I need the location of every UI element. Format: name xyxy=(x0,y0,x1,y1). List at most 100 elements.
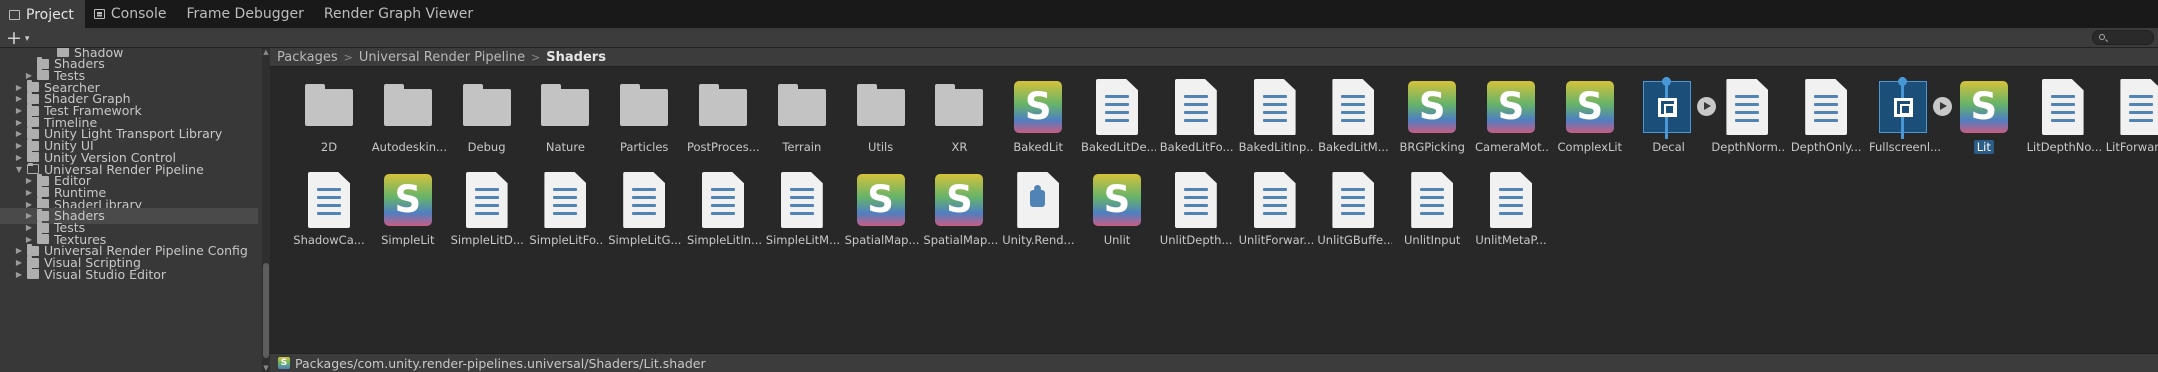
asset-name: DepthOnly... xyxy=(1790,140,1862,154)
asset-item[interactable]: UnlitInput xyxy=(1393,172,1471,262)
shader-file-icon xyxy=(463,172,511,228)
text-line xyxy=(1814,95,1839,98)
folder-tree-scrollbar[interactable]: ▲ ▼ xyxy=(262,48,270,372)
asset-label: BakedLitInp... xyxy=(1236,140,1314,154)
tab-project[interactable]: Project xyxy=(0,0,85,28)
status-bar: S Packages/com.unity.render-pipelines.un… xyxy=(270,353,2158,372)
asset-item[interactable]: UnlitDepth... xyxy=(1157,172,1235,262)
asset-label: SimpleLitIn... xyxy=(684,233,762,247)
asset-item[interactable]: S BakedLit xyxy=(999,79,1077,169)
asset-item[interactable]: S BRGPicking xyxy=(1393,79,1471,169)
asset-item[interactable]: S Unlit xyxy=(1078,172,1156,262)
text-line xyxy=(474,188,499,191)
search-input[interactable] xyxy=(2092,30,2154,45)
breadcrumb-separator: > xyxy=(343,50,353,64)
text-line xyxy=(1183,212,1208,215)
tree-item-visual-studio-editor[interactable]: ▶ Visual Studio Editor xyxy=(0,266,258,282)
asset-item[interactable]: Terrain xyxy=(763,79,841,169)
asset-name: UnlitDepth... xyxy=(1159,233,1233,247)
asset-item[interactable]: SimpleLitG... xyxy=(605,172,683,262)
text-line xyxy=(1262,103,1287,106)
text-line xyxy=(632,196,657,199)
asset-item[interactable]: Utils xyxy=(842,79,920,169)
asset-label: Fullscreenl... xyxy=(1866,140,1944,154)
text-line xyxy=(2129,95,2154,98)
asset-name: Fullscreenl... xyxy=(1869,140,1942,154)
text-line xyxy=(1262,111,1287,114)
asset-name: SpatialMap... xyxy=(923,233,999,247)
scroll-up-icon[interactable]: ▲ xyxy=(262,48,270,56)
asset-item[interactable]: Decal xyxy=(1630,77,1716,169)
text-line xyxy=(789,188,814,191)
asset-item[interactable]: SimpleLitD... xyxy=(448,172,526,262)
asset-item[interactable]: UnlitMetaP... xyxy=(1472,172,1550,262)
text-line xyxy=(1499,188,1523,191)
asset-item[interactable]: Nature xyxy=(526,79,604,169)
asset-item[interactable]: BakedLitFo... xyxy=(1157,79,1235,169)
asset-item[interactable]: DepthNorm... xyxy=(1708,79,1786,169)
asset-name: Terrain xyxy=(782,140,822,154)
text-line xyxy=(789,204,814,207)
breadcrumb-item[interactable]: Universal Render Pipeline xyxy=(359,50,525,65)
asset-name: DepthNorm... xyxy=(1711,140,1787,154)
breadcrumb-item[interactable]: Shaders xyxy=(546,50,606,65)
asset-item[interactable]: Particles xyxy=(605,79,683,169)
asset-item[interactable]: BakedLitDe... xyxy=(1078,79,1156,169)
asset-item[interactable]: BakedLitM... xyxy=(1314,79,1392,169)
asset-name: SimpleLitD... xyxy=(450,233,524,247)
breadcrumb-item[interactable]: Packages xyxy=(277,50,338,65)
asset-item[interactable]: S CameraMot... xyxy=(1472,79,1550,169)
asset-item[interactable]: S ComplexLit xyxy=(1551,79,1629,169)
asset-item[interactable]: S SpatialMap... xyxy=(920,172,998,262)
asset-item[interactable]: S SimpleLit xyxy=(369,172,447,262)
asset-item[interactable]: S Lit xyxy=(1945,79,2023,169)
asset-item[interactable]: S SpatialMap... xyxy=(842,172,920,262)
asset-item[interactable]: Unity.Rend... xyxy=(999,172,1077,262)
asset-name: Utils xyxy=(867,140,894,154)
tab-render-graph-viewer[interactable]: Render Graph Viewer xyxy=(315,0,484,28)
document-shape xyxy=(1174,172,1217,228)
shader-file-icon xyxy=(1408,172,1456,228)
asset-name: SimpleLitIn... xyxy=(687,233,762,247)
text-line xyxy=(474,212,499,215)
asset-label: ShadowCa... xyxy=(290,233,368,247)
asset-label: UnlitMetaP... xyxy=(1472,233,1550,247)
document-shape xyxy=(1174,79,1217,135)
text-line xyxy=(1735,95,1760,98)
shader-graph-badge: S xyxy=(1565,81,1614,133)
asset-item[interactable]: PostProces... xyxy=(684,79,762,169)
asset-label: PostProces... xyxy=(684,140,762,154)
asset-item[interactable]: BakedLitInp... xyxy=(1236,79,1314,169)
asset-item[interactable]: Autodeskin... xyxy=(369,79,447,169)
asset-item[interactable]: SimpleLitM... xyxy=(763,172,841,262)
asset-item[interactable]: Debug xyxy=(448,79,526,169)
asset-item[interactable]: LitForward... xyxy=(2102,79,2158,169)
expand-arrow-icon[interactable]: ▶ xyxy=(14,270,24,279)
tab-console[interactable]: Console xyxy=(85,0,178,28)
tab-frame-debugger[interactable]: Frame Debugger xyxy=(177,0,314,28)
text-line xyxy=(2050,95,2075,98)
document-shape xyxy=(1411,172,1454,228)
asset-item[interactable]: 2D xyxy=(290,79,368,169)
asset-item[interactable]: DepthOnly... xyxy=(1787,79,1865,169)
tab-label: Render Graph Viewer xyxy=(323,6,474,22)
asset-item[interactable]: SimpleLitFo... xyxy=(526,172,604,262)
shader-file-icon xyxy=(1251,172,1299,228)
text-line xyxy=(2129,119,2154,122)
shader-graph-icon: S xyxy=(1014,79,1063,135)
scrollbar-thumb[interactable] xyxy=(263,263,269,358)
create-asset-button[interactable]: + ▾ xyxy=(6,27,29,49)
text-line xyxy=(1814,103,1839,106)
document-shape xyxy=(1490,172,1532,228)
asset-item[interactable]: LitDepthNo... xyxy=(2024,79,2102,169)
variant-badge xyxy=(1642,77,1691,139)
asset-item[interactable]: SimpleLitIn... xyxy=(684,172,762,262)
asset-item[interactable]: UnlitForwar... xyxy=(1236,172,1314,262)
asset-item[interactable]: Fullscreenl... xyxy=(1866,77,1952,169)
text-line xyxy=(1183,188,1208,191)
asset-item[interactable]: XR xyxy=(920,79,998,169)
asset-item[interactable]: UnlitGBuffe... xyxy=(1314,172,1392,262)
folder-icon xyxy=(9,10,20,20)
scroll-down-icon[interactable]: ▼ xyxy=(262,364,270,372)
asset-item[interactable]: ShadowCa... xyxy=(290,172,368,262)
